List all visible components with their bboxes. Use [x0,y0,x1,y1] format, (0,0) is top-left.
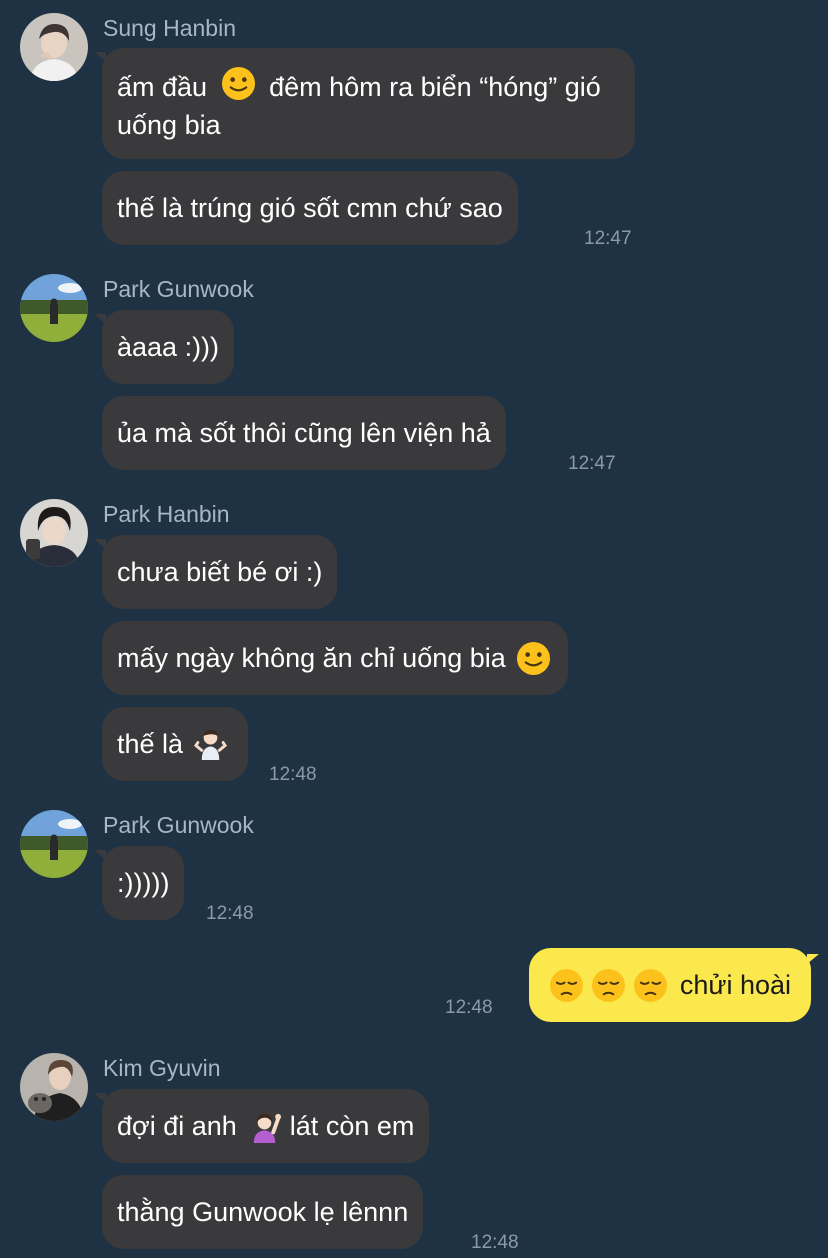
message-text: lát còn em [289,1111,415,1141]
pensive-face-icon [591,968,626,1003]
avatar-kim-gyuvin[interactable] [20,1053,88,1121]
sender-name: Park Gunwook [103,812,254,838]
avatar-sung-hanbin[interactable] [20,13,88,81]
message-timestamp: 12:48 [206,903,254,924]
message-bubble[interactable]: thằng Gunwook lẹ lênnn [102,1175,424,1249]
message-text: ấm đầu [117,71,208,102]
message-bubble[interactable]: mấy ngày không ăn chỉ uống bia [102,621,568,695]
sender-name: Kim Gyuvin [103,1055,221,1081]
avatar-park-hanbin[interactable] [20,499,88,567]
message-bubble[interactable]: ấm đầu đêm hôm ra biển “hóng” gió uống b… [94,48,635,159]
message-text: àaaa :))) [117,332,220,362]
slight-smile-icon [516,641,551,676]
pensive-face-icon [549,968,584,1003]
message-text: chửi hoài [679,970,791,1000]
message-timestamp: 12:48 [471,1232,519,1253]
person-raising-hand-icon [247,1109,282,1144]
message-text: mấy ngày không ăn chỉ uống bia [117,643,506,673]
slight-smile-icon [221,66,256,101]
avatar-park-gunwook[interactable] [20,274,88,342]
person-shrugging-icon [193,727,228,762]
message-timestamp: 12:47 [584,228,632,249]
message-timestamp: 12:48 [269,764,317,785]
message-bubble[interactable]: àaaa :))) [93,310,235,384]
pensive-face-icon [633,968,668,1003]
sender-name: Sung Hanbin [103,15,236,41]
message-bubble[interactable]: :))))) [93,846,185,920]
message-text: thế là [117,729,184,759]
message-text: chưa biết bé ơi :) [117,557,323,587]
message-bubble[interactable]: thế là [102,707,249,781]
message-bubble[interactable]: chưa biết bé ơi :) [93,535,338,609]
message-bubble[interactable]: đợi đi anh lát còn em [93,1089,430,1163]
message-timestamp: 12:47 [568,453,616,474]
avatar-park-gunwook[interactable] [20,810,88,878]
message-text: :))))) [117,868,170,898]
message-bubble[interactable]: thế là trúng gió sốt cmn chứ sao [102,171,518,245]
message-timestamp: 12:48 [445,997,493,1018]
message-text: ủa mà sốt thôi cũng lên viện hả [117,418,491,448]
message-text: thế là trúng gió sốt cmn chứ sao [117,193,503,223]
outgoing-message-bubble[interactable]: chửi hoài [528,948,820,1022]
message-text: đợi đi anh [117,1111,237,1141]
sender-name: Park Gunwook [103,276,254,302]
message-text: thằng Gunwook lẹ lênnn [117,1197,409,1227]
sender-name: Park Hanbin [103,501,230,527]
message-bubble[interactable]: ủa mà sốt thôi cũng lên viện hả [102,396,506,470]
